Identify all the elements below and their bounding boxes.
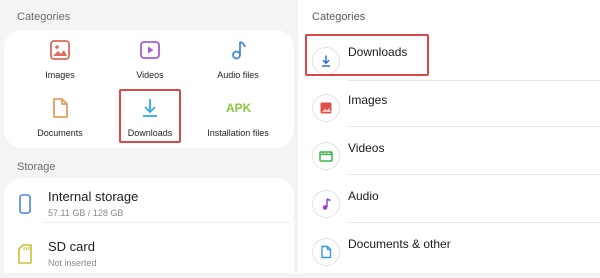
row-divider: [348, 174, 600, 175]
storage-name: Internal storage: [48, 189, 139, 204]
row-divider: [348, 126, 600, 127]
category-images[interactable]: Images: [18, 38, 102, 92]
phone-icon: [19, 194, 31, 214]
category-label: Audio: [348, 189, 379, 203]
download-icon: [322, 55, 330, 67]
storage-sd-card[interactable]: SD card Not inserted: [4, 232, 294, 276]
document-icon: [321, 245, 332, 259]
category-label: Images: [45, 70, 75, 80]
storage-name: SD card: [48, 239, 95, 254]
category-label: Documents: [37, 128, 83, 138]
icon-circle: [312, 142, 340, 170]
storage-divider: [44, 222, 290, 223]
storage-detail: Not inserted: [48, 258, 97, 268]
category-downloads[interactable]: Downloads: [108, 96, 192, 150]
video-icon: [140, 41, 160, 59]
category-documents[interactable]: Documents: [18, 96, 102, 150]
icon-circle: [312, 238, 340, 266]
row-divider: [348, 222, 600, 223]
category-row-documents[interactable]: Documents & other: [302, 230, 600, 278]
category-label: Videos: [348, 141, 385, 155]
category-installation-files[interactable]: APK Installation files: [196, 96, 280, 150]
document-icon: [53, 98, 68, 118]
category-label: Audio files: [217, 70, 259, 80]
categories-section-title: Categories: [312, 11, 366, 23]
image-icon: [320, 102, 332, 114]
category-audio-files[interactable]: Audio files: [196, 38, 280, 92]
storage-section-title: Storage: [17, 161, 56, 173]
category-label: Installation files: [207, 128, 269, 138]
icon-circle: [312, 47, 340, 75]
categories-card: Images Videos Audio files Documents Down…: [4, 30, 294, 148]
icon-circle: [312, 190, 340, 218]
apk-icon: APK: [226, 101, 252, 115]
category-label: Videos: [136, 70, 164, 80]
icon-circle: [312, 94, 340, 122]
categories-section-title: Categories: [17, 11, 71, 23]
music-note-icon: [322, 198, 331, 210]
right-panel: Categories Downloads Images Videos Audio…: [302, 0, 600, 273]
image-icon: [50, 40, 70, 60]
download-icon: [143, 99, 157, 117]
audio-icon: [232, 41, 246, 60]
row-divider: [348, 80, 600, 81]
category-videos[interactable]: Videos: [108, 38, 192, 92]
sd-card-icon: [18, 244, 32, 264]
video-icon: [319, 151, 333, 162]
storage-internal[interactable]: Internal storage 57.11 GB / 128 GB: [4, 182, 294, 226]
storage-detail: 57.11 GB / 128 GB: [48, 208, 124, 218]
category-label: Documents & other: [348, 237, 451, 251]
category-label: Images: [348, 93, 388, 107]
left-panel: Categories Images Videos Audio files Doc…: [0, 0, 298, 273]
category-label: Downloads: [127, 128, 173, 138]
category-label: Downloads: [348, 45, 408, 59]
